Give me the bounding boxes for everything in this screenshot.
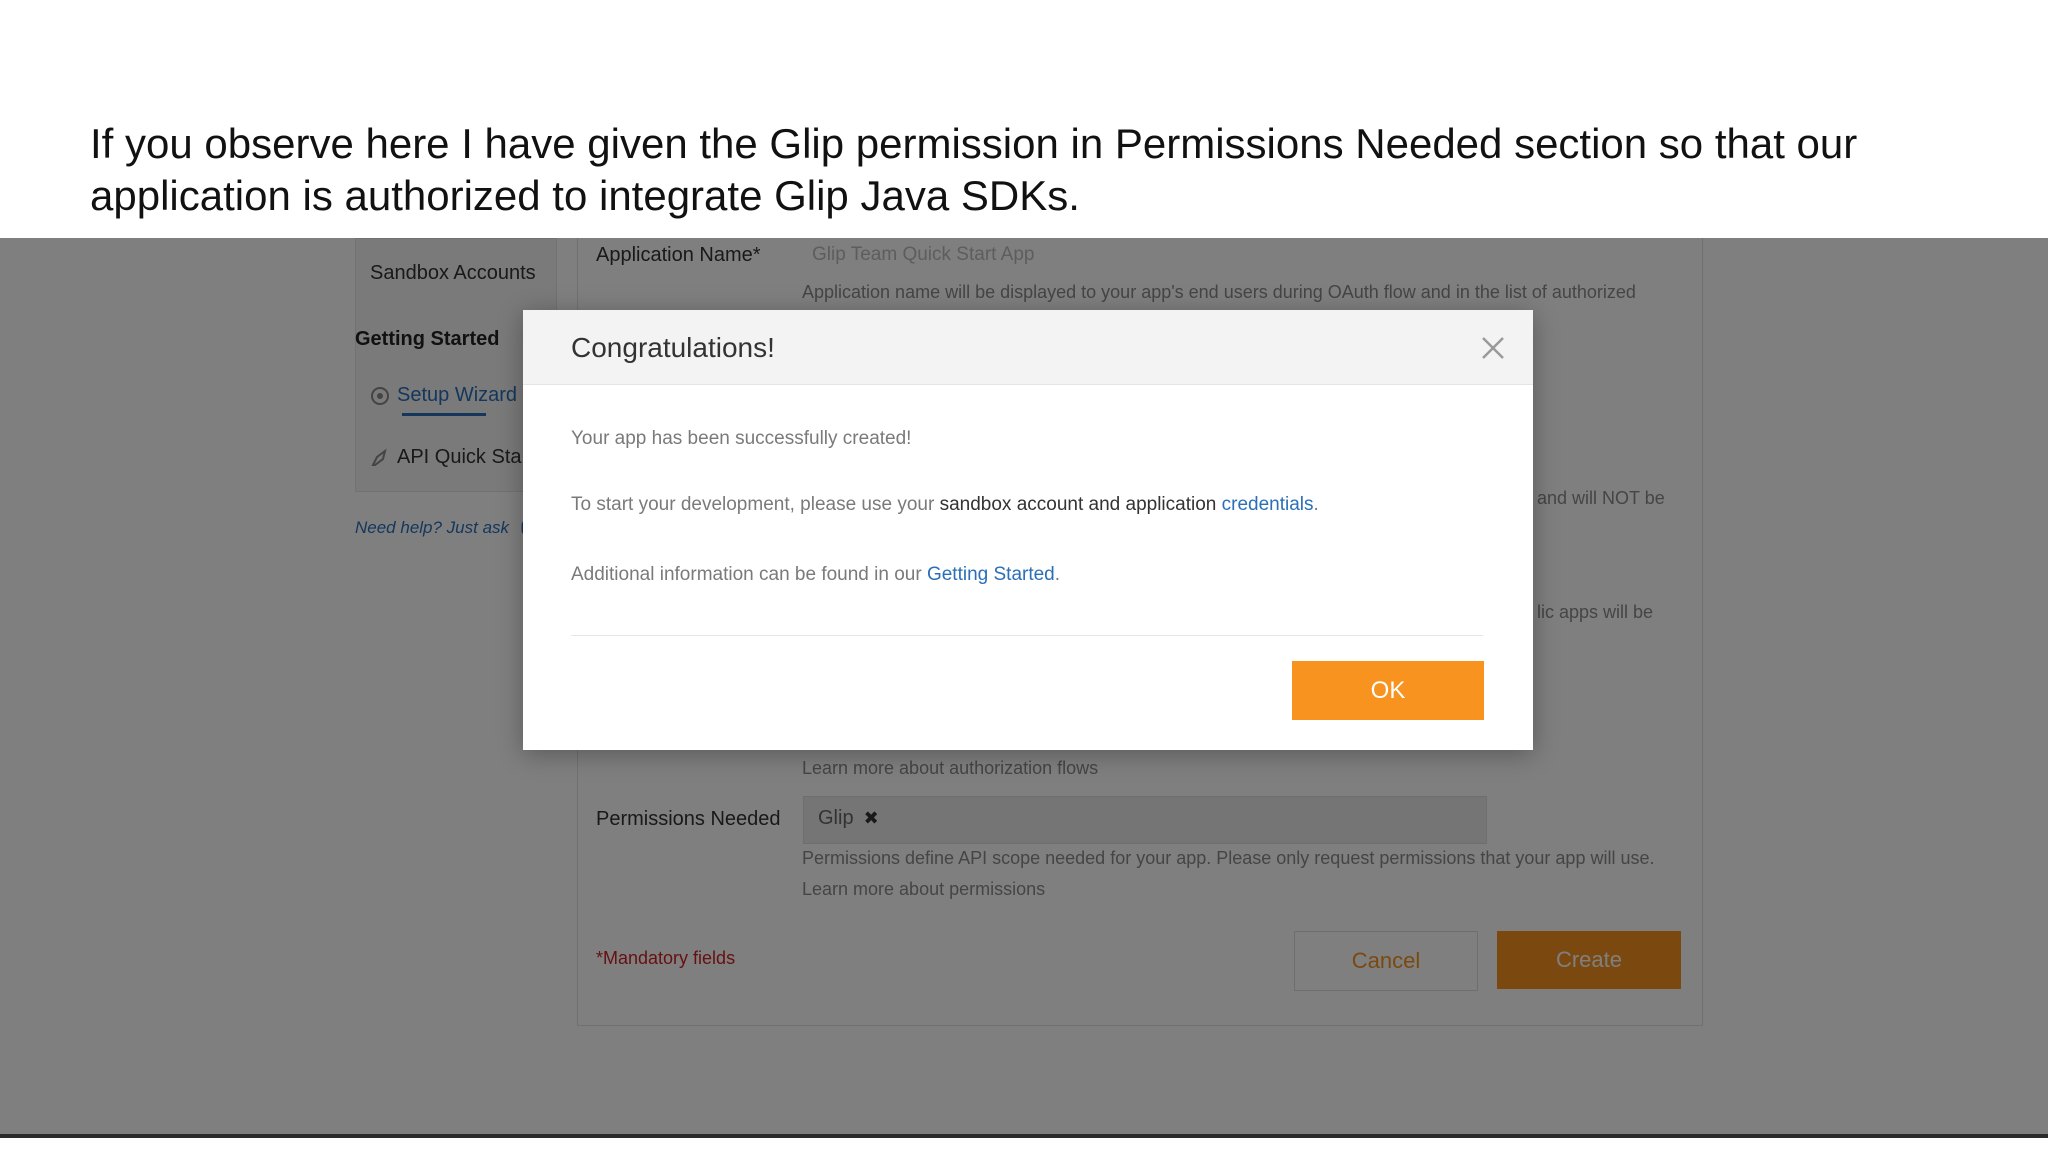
getting-started-prefix: Additional information can be found in o… (571, 564, 927, 585)
getting-started-link[interactable]: Getting Started (927, 564, 1055, 585)
getting-started-suffix: . (1054, 564, 1061, 585)
credentials-link[interactable]: credentials (1222, 494, 1314, 515)
dialog-header: Congratulations! (523, 310, 1533, 385)
dialog-title: Congratulations! (571, 332, 775, 363)
dialog-credentials-text: To start your development, please use yo… (571, 494, 1319, 516)
credentials-suffix: . (1313, 494, 1319, 515)
bottom-rule (0, 1134, 2048, 1138)
credentials-prefix: To start your development, please use yo… (571, 494, 940, 515)
close-icon[interactable] (1477, 332, 1509, 364)
ok-button[interactable]: OK (1292, 661, 1484, 720)
dialog-getting-started-text: Additional information can be found in o… (571, 564, 1060, 586)
credentials-dark-text: sandbox account and application (939, 494, 1222, 515)
app-screenshot: Sandbox Accounts Getting Started Setup W… (0, 238, 2048, 1138)
slide-caption: If you observe here I have given the Gli… (90, 120, 1858, 219)
dialog-success-text: Your app has been successfully created! (571, 428, 912, 449)
congratulations-dialog: Congratulations! Your app has been succe… (523, 310, 1533, 750)
dialog-divider (571, 635, 1483, 636)
